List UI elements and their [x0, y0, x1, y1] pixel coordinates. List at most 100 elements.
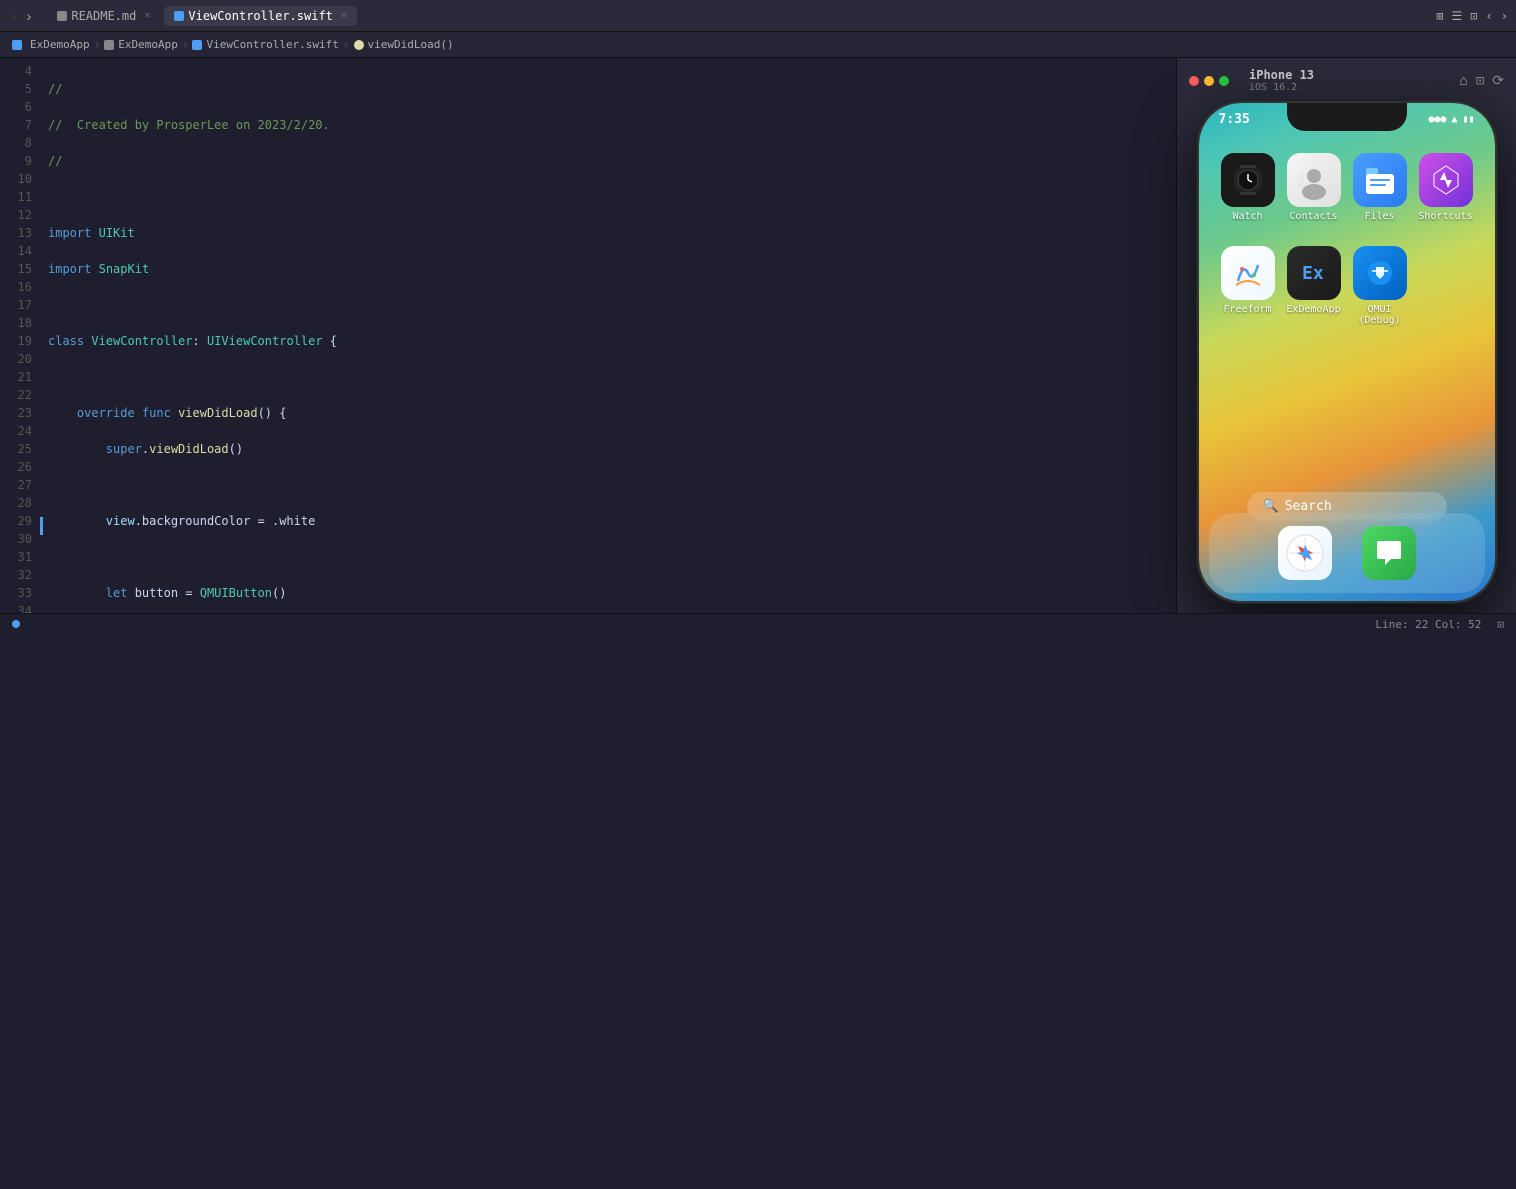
nav-back-button[interactable]: ‹ [8, 6, 21, 26]
ios-version: iOS 16.2 [1249, 82, 1314, 93]
dock-messages[interactable] [1357, 526, 1421, 580]
status-bottom-bar: Line: 22 Col: 52 ⊡ [0, 613, 1516, 635]
simulator-panel: iPhone 13 iOS 16.2 ⌂ ⊡ ⟳ 7:35 ●●● ▲ ▮▮ [1176, 58, 1516, 613]
dock-safari[interactable] [1273, 526, 1337, 580]
code-content[interactable]: // // Created by ProsperLee on 2023/2/20… [40, 58, 1176, 613]
wifi-icon: ▲ [1451, 114, 1457, 125]
navigator-icon[interactable]: ☰ [1452, 9, 1463, 23]
tab-readme-label: README.md [71, 9, 136, 23]
status-right-bar: Line: 22 Col: 52 ⊡ [1375, 618, 1504, 631]
app-files[interactable]: Files [1348, 153, 1412, 222]
battery-icon: ▮▮ [1462, 114, 1474, 125]
iphone-frame: 7:35 ●●● ▲ ▮▮ [1197, 101, 1497, 603]
exdemo-app-label: ExDemoApp [1286, 304, 1340, 315]
swift-file-icon [174, 11, 184, 21]
inspector-icon[interactable]: ⊡ [1470, 9, 1477, 23]
nav-arrows: ‹ › [8, 6, 35, 26]
iphone-notch [1287, 103, 1407, 131]
main-area: 4 5 6 7 8 9 10 11 12 13 14 15 16 17 18 1… [0, 58, 1516, 613]
app-freeform[interactable]: Freeform [1216, 246, 1280, 326]
iphone-screen[interactable]: 7:35 ●●● ▲ ▮▮ [1199, 103, 1495, 601]
watch-app-label: Watch [1232, 211, 1262, 222]
freeform-svg [1228, 253, 1268, 293]
breadcrumb-folder[interactable]: ExDemoApp [118, 38, 178, 51]
breadcrumb-file[interactable]: ViewController.swift [206, 38, 338, 51]
nav-forward-button[interactable]: › [23, 6, 36, 26]
dock [1209, 513, 1485, 593]
exdemo-svg: Ex [1294, 253, 1334, 293]
project-icon [12, 40, 22, 50]
tab-viewcontroller-close[interactable]: ✕ [341, 10, 347, 21]
bottom-padding [0, 635, 1516, 1189]
app-grid: Watch A B Contacts [1199, 153, 1495, 350]
screenshot-icon[interactable]: ⊡ [1476, 73, 1484, 89]
app-row-2: Freeform Ex ExDemoApp [1215, 246, 1479, 326]
qmui-app-label: QMUI (Debug) [1348, 304, 1412, 326]
tab-bar-right: ⊞ ☰ ⊡ ‹ › [1436, 9, 1508, 23]
window-minimize-dot[interactable] [1204, 76, 1214, 86]
breadcrumb: ExDemoApp › ExDemoApp › ViewController.s… [0, 32, 1516, 58]
tab-readme-close[interactable]: ✕ [144, 10, 150, 21]
sim-toolbar: iPhone 13 iOS 16.2 ⌂ ⊡ ⟳ [1177, 68, 1516, 101]
exdemo-app-icon: Ex [1287, 246, 1341, 300]
file-icon [192, 40, 202, 50]
app-contacts[interactable]: A B Contacts [1282, 153, 1346, 222]
rotate-icon[interactable]: ⟳ [1492, 73, 1504, 89]
sim-window-controls [1189, 76, 1229, 86]
safari-icon [1278, 526, 1332, 580]
line-col-info: Line: 22 Col: 52 [1375, 618, 1481, 631]
tab-viewcontroller-label: ViewController.swift [188, 9, 333, 23]
files-app-label: Files [1364, 211, 1394, 222]
chevron-right-icon[interactable]: › [1501, 9, 1508, 23]
svg-text:A: A [1299, 173, 1305, 182]
code-editor[interactable]: 4 5 6 7 8 9 10 11 12 13 14 15 16 17 18 1… [0, 58, 1176, 613]
files-app-icon [1353, 153, 1407, 207]
home-icon[interactable]: ⌂ [1459, 73, 1467, 89]
contacts-app-label: Contacts [1289, 211, 1337, 222]
split-view-icon[interactable]: ⊞ [1436, 9, 1443, 23]
files-svg [1360, 160, 1400, 200]
app-shortcuts[interactable]: Shortcuts [1414, 153, 1478, 222]
blue-bar-26 [40, 517, 43, 535]
search-magnifier-icon: 🔍 [1263, 499, 1279, 514]
tab-viewcontroller[interactable]: ViewController.swift ✕ [164, 6, 357, 26]
line-numbers: 4 5 6 7 8 9 10 11 12 13 14 15 16 17 18 1… [0, 58, 40, 613]
qmui-svg [1360, 253, 1400, 293]
breadcrumb-project[interactable]: ExDemoApp [30, 38, 90, 51]
tab-bar: ‹ › README.md ✕ ViewController.swift ✕ ⊞… [0, 0, 1516, 32]
messages-icon [1362, 526, 1416, 580]
folder-icon [104, 40, 114, 50]
contacts-app-icon: A B [1287, 153, 1341, 207]
shortcuts-svg [1426, 160, 1466, 200]
readme-icon [57, 11, 67, 21]
status-right: ●●● ▲ ▮▮ [1428, 114, 1474, 125]
app-watch[interactable]: Watch [1216, 153, 1280, 222]
freeform-app-label: Freeform [1223, 304, 1271, 315]
signal-icon: ●●● [1428, 114, 1446, 125]
messages-svg [1369, 533, 1409, 573]
device-name: iPhone 13 [1249, 68, 1314, 82]
svg-text:B: B [1299, 184, 1303, 190]
watch-svg [1228, 160, 1268, 200]
safari-svg [1285, 533, 1325, 573]
window-maximize-dot[interactable] [1219, 76, 1229, 86]
search-label: Search [1285, 499, 1332, 514]
app-row-1: Watch A B Contacts [1215, 153, 1479, 222]
sim-icons: ⌂ ⊡ ⟳ [1459, 73, 1504, 89]
qmui-app-icon [1353, 246, 1407, 300]
method-icon [354, 40, 364, 50]
breadcrumb-method[interactable]: viewDidLoad() [368, 38, 454, 51]
svg-text:Ex: Ex [1302, 263, 1324, 284]
screen-size-icon: ⊡ [1497, 618, 1504, 631]
status-indicator [12, 620, 20, 628]
app-exdemoapp[interactable]: Ex ExDemoApp [1282, 246, 1346, 326]
tab-readme[interactable]: README.md ✕ [47, 6, 160, 26]
watch-app-icon [1221, 153, 1275, 207]
shortcuts-app-label: Shortcuts [1418, 211, 1472, 222]
contacts-svg: A B [1294, 160, 1334, 200]
chevron-left-icon[interactable]: ‹ [1486, 9, 1493, 23]
app-qmui[interactable]: QMUI (Debug) [1348, 246, 1412, 326]
freeform-app-icon [1221, 246, 1275, 300]
status-time: 7:35 [1219, 112, 1250, 127]
window-close-dot[interactable] [1189, 76, 1199, 86]
